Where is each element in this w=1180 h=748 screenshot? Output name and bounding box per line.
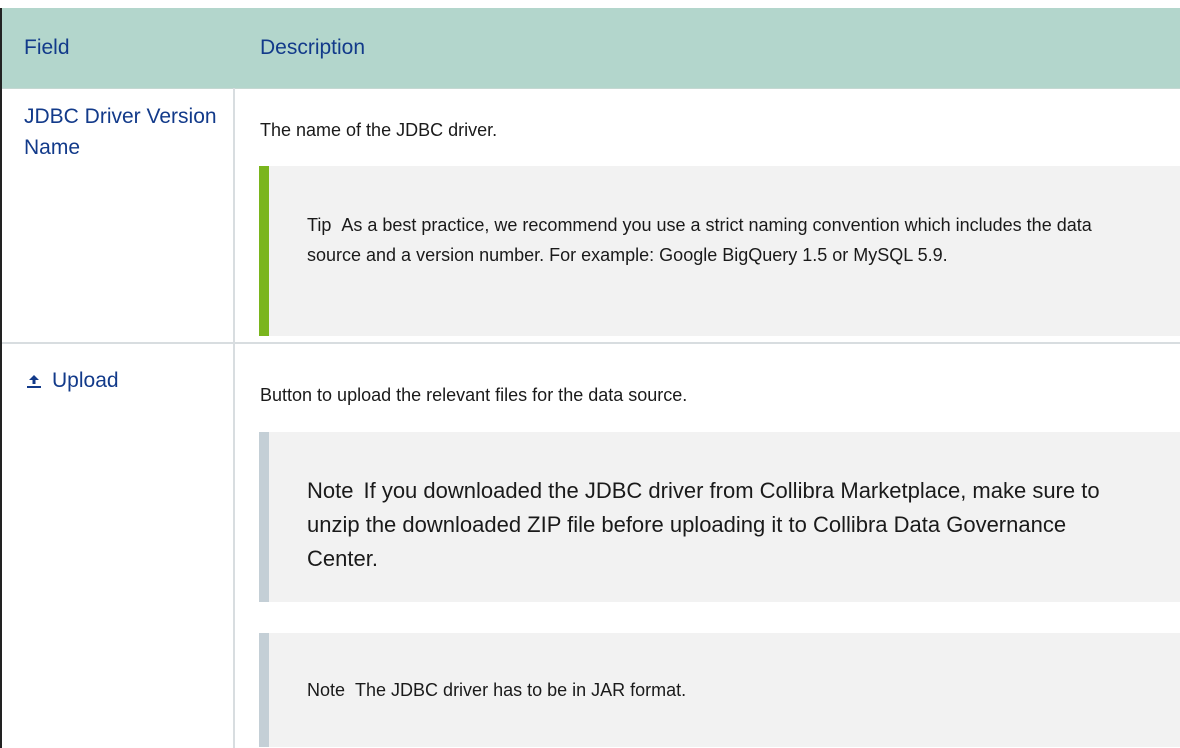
note-accent-bar <box>259 432 269 602</box>
note-label: Note <box>307 680 346 700</box>
description-jdbc-driver-version-name: The name of the JDBC driver. <box>260 120 498 140</box>
row-divider <box>2 342 1180 344</box>
field-description-table: Field Description JDBC Driver Version Na… <box>0 8 1180 748</box>
header-description: Description <box>260 36 366 59</box>
column-divider <box>233 88 235 748</box>
description-upload: Button to upload the relevant files for … <box>260 385 688 405</box>
note-callout-text: Note The JDBC driver has to be in JAR for… <box>307 675 1142 705</box>
header-field: Field <box>24 36 70 59</box>
note-callout-text: Note If you downloaded the JDBC driver fr… <box>307 474 1142 576</box>
note-callout-jar: Note The JDBC driver has to be in JAR for… <box>259 633 1180 747</box>
tip-accent-bar <box>259 166 269 336</box>
field-upload: Upload <box>24 365 224 396</box>
tip-callout-text: Tip As a best practice, we recommend you … <box>307 210 1142 270</box>
note-label: Note <box>307 478 354 503</box>
note-callout: Note If you downloaded the JDBC driver fr… <box>259 432 1180 602</box>
table-header-row: Field Description <box>2 8 1180 89</box>
note-body: If you downloaded the JDBC driver from C… <box>307 478 1100 571</box>
field-upload-label: Upload <box>52 369 119 392</box>
field-jdbc-driver-version-name: JDBC Driver Version Name <box>24 105 217 159</box>
tip-callout: Tip As a best practice, we recommend you … <box>259 166 1180 336</box>
note-accent-bar <box>259 633 269 747</box>
tip-body: As a best practice, we recommend you use… <box>307 215 1092 265</box>
upload-icon <box>27 374 41 388</box>
note-body: The JDBC driver has to be in JAR format. <box>355 680 687 700</box>
tip-label: Tip <box>307 215 332 235</box>
